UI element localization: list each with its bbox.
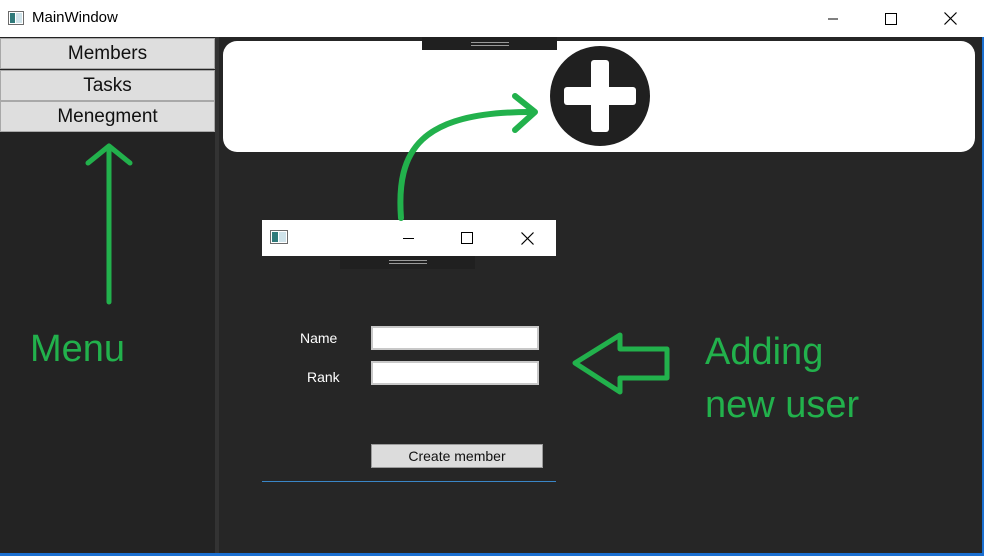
left-outline-arrow bbox=[572, 332, 670, 395]
adding-annotation-line1: Adding bbox=[705, 331, 824, 373]
adding-annotation-line2: new user bbox=[705, 384, 860, 426]
menu-up-arrow bbox=[85, 143, 133, 305]
curved-arrow bbox=[397, 93, 538, 221]
annotation-overlay bbox=[85, 93, 670, 395]
menu-annotation: Menu bbox=[30, 328, 126, 370]
